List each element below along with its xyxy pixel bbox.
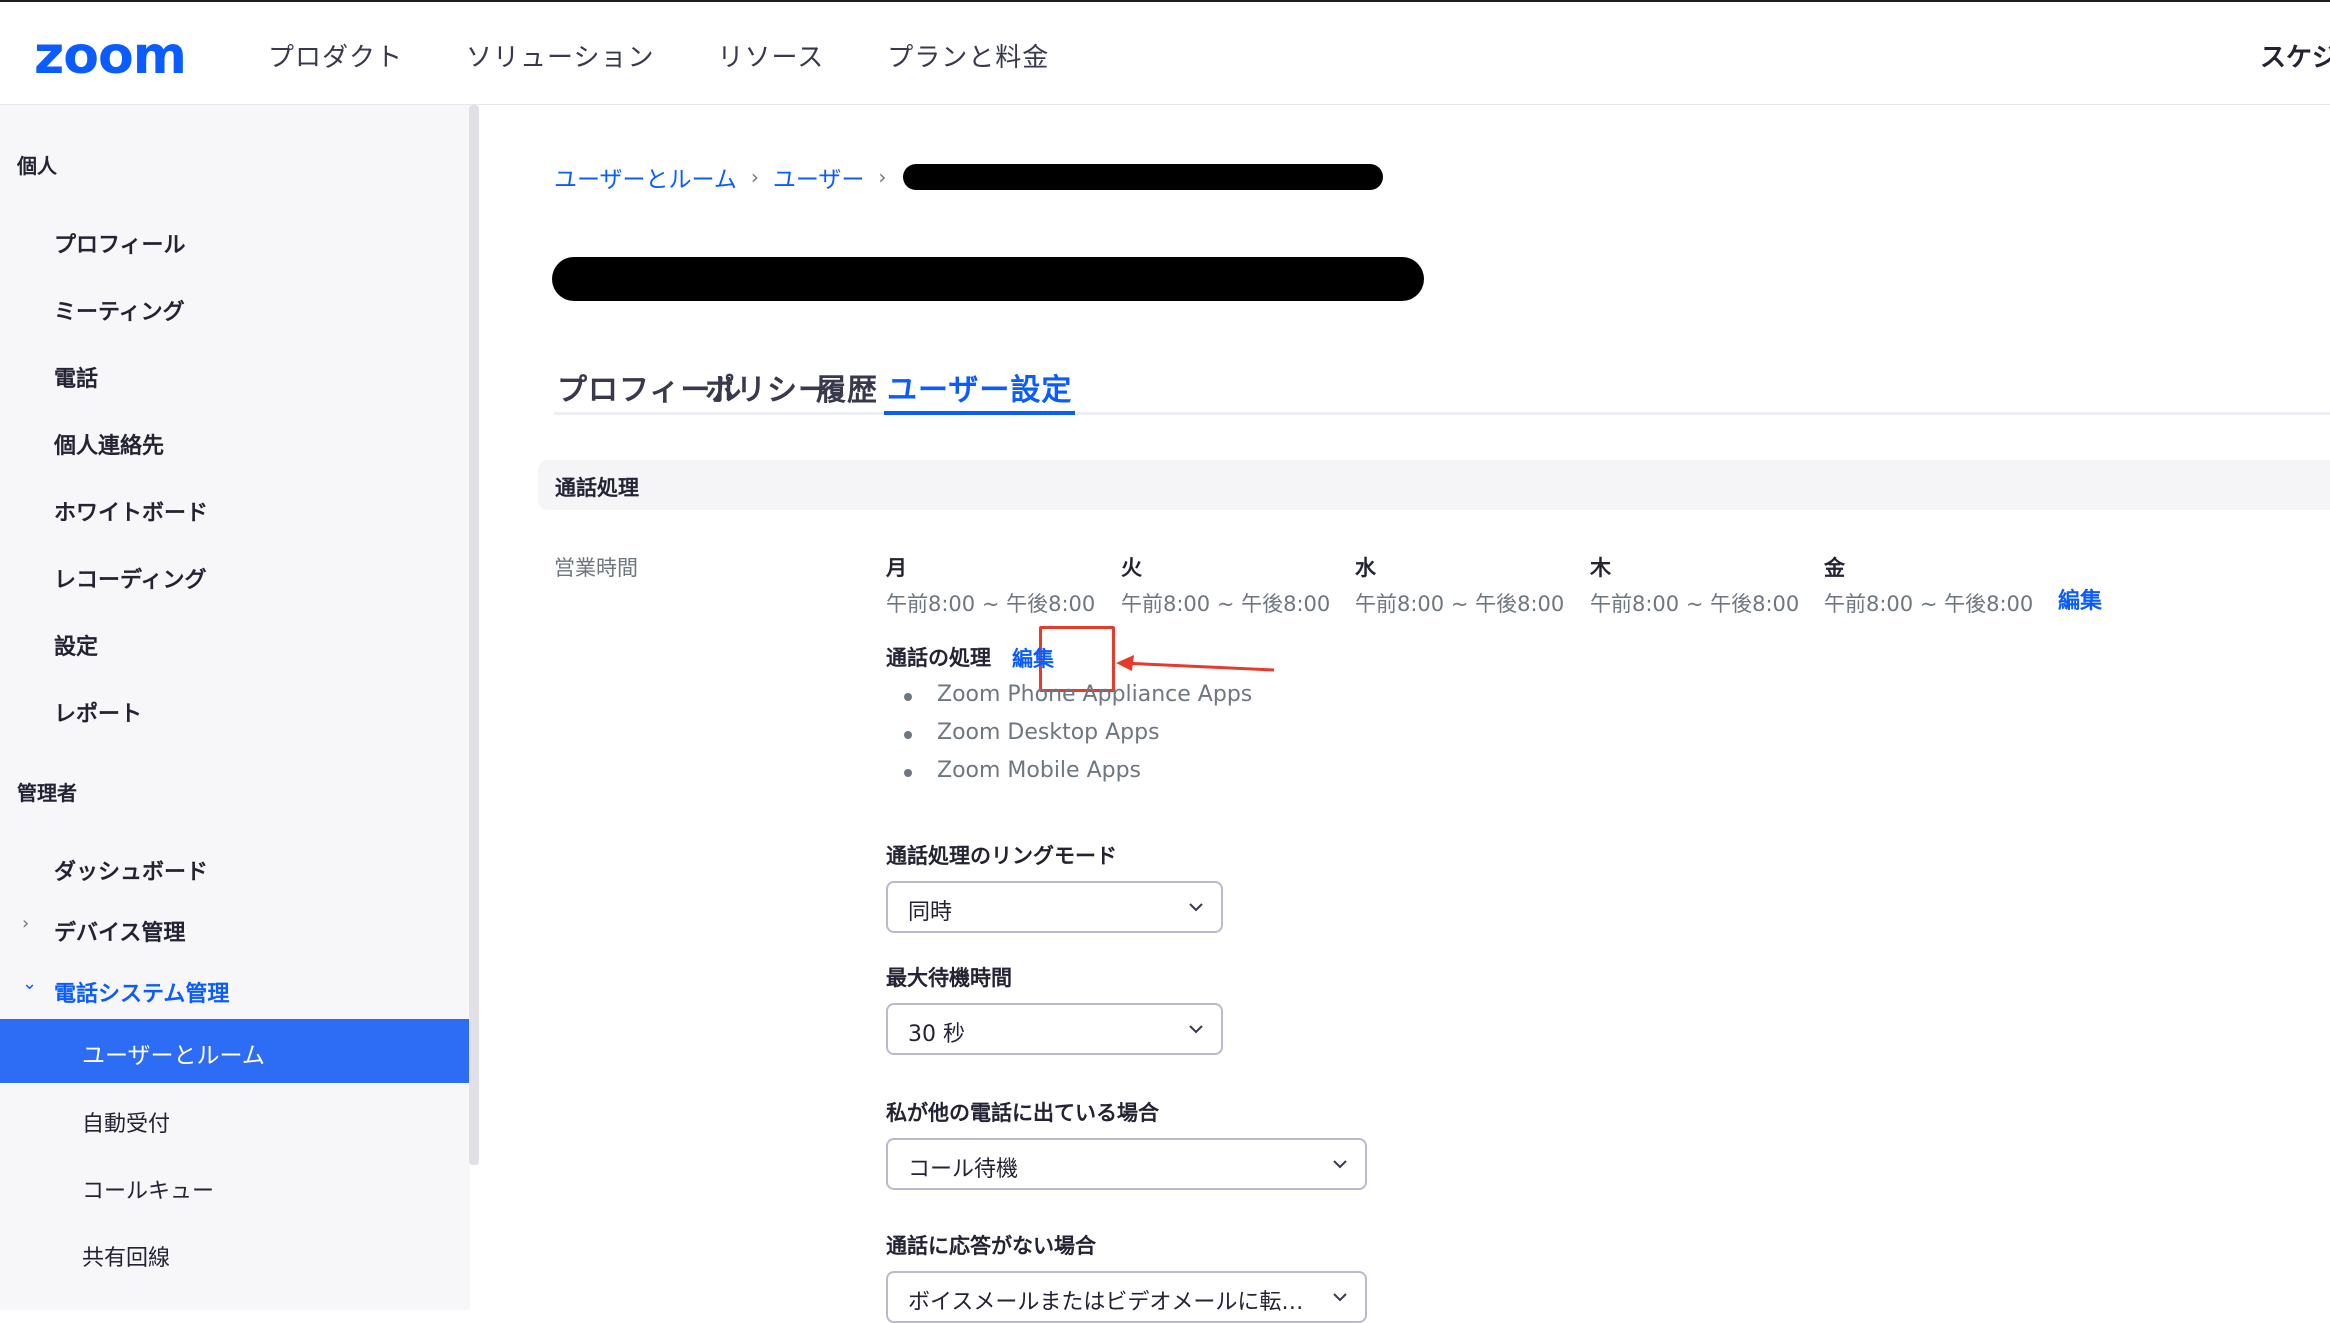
ring-mode-select[interactable]: 同時 [886,881,1223,933]
sidebar-item-whiteboard[interactable]: ホワイトボード [54,495,208,527]
day-thursday: 木 午前8:00 ~ 午後8:00 [1590,552,1799,618]
breadcrumb-users-rooms[interactable]: ユーザーとルーム [554,160,737,194]
sidebar-item-users-rooms[interactable]: ユーザーとルーム [0,1019,470,1083]
sidebar-item-auto-receptionist[interactable]: 自動受付 [82,1106,170,1138]
day-wednesday: 水 午前8:00 ~ 午後8:00 [1355,552,1564,618]
no-answer-label: 通話に応答がない場合 [886,1234,1096,1258]
list-item: Zoom Mobile Apps [904,758,1252,796]
sidebar-item-phone-system[interactable]: 電話システム管理 [54,976,229,1008]
tab-bar: プロフィール ポリシー 履歴 ユーザー設定 [554,365,2330,415]
on-other-call-label: 私が他の電話に出ている場合 [886,1101,1159,1125]
breadcrumb: ユーザーとルーム › ユーザー › [554,160,900,194]
day-friday: 金 午前8:00 ~ 午後8:00 [1824,552,2033,618]
sidebar-item-recordings[interactable]: レコーディング [54,562,206,594]
day-hours: 午前8:00 ~ 午後8:00 [1355,592,1565,616]
sidebar-item-dashboard[interactable]: ダッシュボード [54,854,208,886]
call-handling-app-list: Zoom Phone Appliance Apps Zoom Desktop A… [904,682,1252,796]
sidebar-item-settings[interactable]: 設定 [54,629,98,661]
on-other-call-select[interactable]: コール待機 [886,1138,1367,1190]
ring-mode-label: 通話処理のリングモード [886,844,1117,868]
sidebar-item-meetings[interactable]: ミーティング [54,294,185,326]
section-header: 通話処理 [538,460,2330,510]
section-title: 通話処理 [555,476,639,500]
redacted-breadcrumb-user [903,164,1383,190]
sidebar-item-call-queue[interactable]: コールキュー [82,1173,214,1205]
nav-products[interactable]: プロダクト [268,37,403,74]
day-name: 水 [1355,556,1376,580]
sidebar-item-reports[interactable]: レポート [54,696,142,728]
annotation-arrow-icon [1116,655,1275,672]
tab-user-settings[interactable]: ユーザー設定 [884,365,1076,415]
sidebar-item-shared-lines[interactable]: 共有回線 [82,1240,170,1272]
sidebar-item-phone[interactable]: 電話 [54,361,98,393]
tab-history[interactable]: 履歴 [816,365,878,415]
day-name: 火 [1121,556,1142,580]
sidebar-heading-admin: 管理者 [17,781,77,805]
breadcrumb-separator-icon: › [878,165,887,189]
sidebar: 個人 プロフィール ミーティング 電話 個人連絡先 ホワイトボード レコーディン… [0,105,470,1310]
sidebar-scrollbar[interactable] [469,105,479,1165]
day-name: 金 [1824,556,1845,580]
nav-solutions[interactable]: ソリューション [466,37,654,74]
day-hours: 午前8:00 ~ 午後8:00 [1121,592,1331,616]
day-name: 木 [1590,556,1611,580]
business-hours-label: 営業時間 [554,556,638,580]
zoom-logo[interactable]: zoom [34,26,187,86]
list-item: Zoom Phone Appliance Apps [904,682,1252,720]
call-handling-label: 通話の処理 [886,646,991,670]
nav-resources[interactable]: リソース [718,37,825,74]
day-hours: 午前8:00 ~ 午後8:00 [1824,592,2034,616]
day-name: 月 [886,556,907,580]
chevron-down-icon [1189,1025,1203,1034]
sidebar-item-contacts[interactable]: 個人連絡先 [54,428,164,460]
business-hours-edit-link[interactable]: 編集 [2058,583,2102,615]
select-value: 30 秒 [908,1022,965,1047]
call-handling-edit-link[interactable]: 編集 [1012,643,1054,673]
day-tuesday: 火 午前8:00 ~ 午後8:00 [1121,552,1330,618]
top-nav-menu: プロダクト ソリューション リソース プランと料金 [268,37,1112,74]
select-value: 同時 [908,900,953,925]
sidebar-item-label: ユーザーとルーム [82,1043,265,1069]
top-navigation-bar: zoom プロダクト ソリューション リソース プランと料金 スケジ [0,0,2330,105]
chevron-down-icon[interactable]: ⌄ [22,973,37,994]
sidebar-item-profile[interactable]: プロフィール [54,227,186,259]
select-value: ボイスメールまたはビデオメールに転… [908,1290,1304,1315]
breadcrumb-separator-icon: › [750,165,759,189]
no-answer-select[interactable]: ボイスメールまたはビデオメールに転… [886,1271,1367,1323]
select-value: コール待機 [908,1157,1019,1182]
nav-schedule[interactable]: スケジ [2260,37,2330,74]
redacted-page-title [552,257,1424,301]
breadcrumb-users[interactable]: ユーザー [773,160,865,194]
nav-pricing[interactable]: プランと料金 [887,37,1049,74]
chevron-down-icon [1333,1160,1347,1169]
max-wait-select[interactable]: 30 秒 [886,1003,1223,1055]
chevron-down-icon [1333,1293,1347,1302]
tab-policy[interactable]: ポリシー [705,365,829,415]
sidebar-heading-personal: 個人 [17,154,57,178]
day-hours: 午前8:00 ~ 午後8:00 [886,592,1096,616]
chevron-down-icon [1189,903,1203,912]
day-hours: 午前8:00 ~ 午後8:00 [1590,592,1800,616]
day-monday: 月 午前8:00 ~ 午後8:00 [886,552,1095,618]
list-item: Zoom Desktop Apps [904,720,1252,758]
max-wait-label: 最大待機時間 [886,966,1012,990]
main-content: ユーザーとルーム › ユーザー › プロフィール ポリシー 履歴 ユーザー設定 … [480,105,2330,1323]
chevron-right-icon[interactable]: › [22,913,29,934]
sidebar-item-device-management[interactable]: デバイス管理 [54,915,185,947]
